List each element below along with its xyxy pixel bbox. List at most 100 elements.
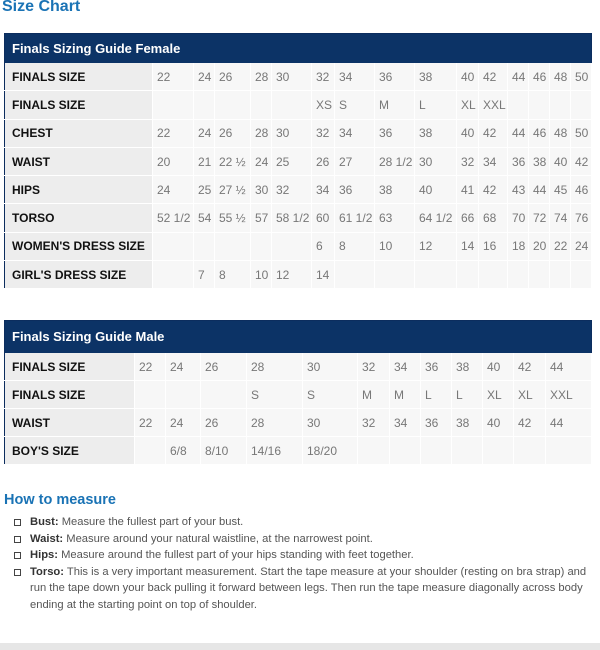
table-cell: 36 xyxy=(507,147,529,177)
table-cell: 42 xyxy=(478,175,508,205)
table-cell: 50 xyxy=(570,119,592,148)
table-cell: 42 xyxy=(513,408,546,437)
table-row: WAIST 22 24 26 28 30 32 34 36 38 40 42 44 xyxy=(4,408,592,437)
table-cell: 68 xyxy=(478,203,508,233)
row-label: WOMEN'S DRESS SIZE xyxy=(4,232,153,262)
table-cell: 36 xyxy=(334,175,375,205)
table-cell: S xyxy=(246,380,303,409)
list-item: Torso: This is a very important measurem… xyxy=(14,564,598,614)
table-cell: 72 xyxy=(528,203,550,233)
table-cell xyxy=(134,380,166,409)
table-cell: 30 xyxy=(302,353,358,381)
table-cell: 60 xyxy=(311,203,335,233)
measure-text: Measure around the fullest part of your … xyxy=(57,549,414,561)
table-cell: 50 xyxy=(570,63,592,92)
table-cell xyxy=(420,436,452,465)
table-cell: 10 xyxy=(374,232,415,262)
table-cell: 40 xyxy=(456,63,479,92)
measure-text: This is a very important measurement. St… xyxy=(30,565,587,611)
table-cell: 32 xyxy=(311,63,335,92)
page-title: Size Chart xyxy=(2,0,81,15)
table-cell: 24 xyxy=(250,147,272,177)
table-cell xyxy=(357,436,390,465)
table-cell: 38 xyxy=(374,175,415,205)
table-cell: 38 xyxy=(451,353,483,381)
table-cell xyxy=(528,90,550,120)
table-cell: 40 xyxy=(482,408,514,437)
table-cell xyxy=(134,436,166,465)
table-cell: 32 xyxy=(271,175,312,205)
table-cell: S xyxy=(302,380,358,409)
table-cell xyxy=(389,436,421,465)
table-cell xyxy=(250,90,272,120)
table-cell: L xyxy=(451,380,483,409)
table-cell xyxy=(549,260,571,290)
table-cell: 30 xyxy=(271,63,312,92)
table-cell: 42 xyxy=(478,119,508,148)
table-row: BOY'S SIZE 6/8 8/10 14/16 18/20 xyxy=(4,436,592,465)
row-label: WAIST xyxy=(4,408,135,437)
square-bullet-icon xyxy=(14,552,21,559)
table-cell xyxy=(152,90,194,120)
table-cell xyxy=(545,436,592,465)
table-cell: 12 xyxy=(271,260,312,290)
table-row: GIRL'S DRESS SIZE 7 8 10 12 14 xyxy=(4,260,592,290)
table-cell: 8 xyxy=(214,260,251,290)
table-cell: 26 xyxy=(214,119,251,148)
table-cell xyxy=(271,232,312,262)
table-cell: 34 xyxy=(478,147,508,177)
row-label: TORSO xyxy=(4,203,153,233)
measure-term: Bust: xyxy=(30,516,59,528)
row-label: HIPS xyxy=(4,175,153,205)
list-item: Waist: Measure around your natural waist… xyxy=(14,531,598,548)
measure-text: Measure the fullest part of your bust. xyxy=(58,516,244,528)
list-item: Hips: Measure around the fullest part of… xyxy=(14,547,598,564)
measure-text: Measure around your natural waistline, a… xyxy=(63,532,373,545)
table-cell xyxy=(193,232,215,262)
table-cell: XXL xyxy=(545,380,592,409)
table-cell: 24 xyxy=(570,232,592,262)
female-size-table: Finals Sizing Guide Female FINALS SIZE 22… xyxy=(4,33,592,290)
table-cell: 34 xyxy=(334,119,375,148)
table-cell: 28 xyxy=(246,408,303,437)
table-cell: 32 xyxy=(456,147,479,177)
row-label: FINALS SIZE xyxy=(4,63,153,92)
table-cell: 42 xyxy=(513,353,546,381)
table-cell: 43 xyxy=(507,175,529,205)
table-cell: 26 xyxy=(311,147,335,177)
table-cell: 48 xyxy=(549,63,571,92)
table-cell: 21 xyxy=(193,147,215,177)
table-row: FINALS SIZE 22 24 26 28 30 32 34 36 38 40 42 44 46 48 5… xyxy=(4,63,592,92)
table-cell: 27 xyxy=(334,147,375,177)
row-label: BOY'S SIZE xyxy=(4,436,135,465)
table-cell: 24 xyxy=(193,63,215,92)
table-cell: 76 xyxy=(570,203,592,233)
table-cell: 55 ½ xyxy=(214,203,251,233)
female-table-title: Finals Sizing Guide Female xyxy=(4,33,592,63)
table-cell: 20 xyxy=(528,232,550,262)
table-cell xyxy=(214,232,251,262)
male-size-table: Finals Sizing Guide Male FINALS SIZE 22 24… xyxy=(4,320,592,465)
how-to-measure-heading: How to measure xyxy=(4,492,116,508)
table-cell: 64 1/2 xyxy=(414,203,457,233)
table-cell: 34 xyxy=(334,63,375,92)
table-cell: 36 xyxy=(374,119,415,148)
table-cell: 44 xyxy=(545,353,592,381)
list-item: Bust: Measure the fullest part of your b… xyxy=(14,514,598,531)
table-cell: L xyxy=(414,90,457,120)
table-cell: XS xyxy=(311,90,335,120)
table-cell: 44 xyxy=(528,175,550,205)
table-cell: XL xyxy=(482,380,514,409)
table-cell: 46 xyxy=(570,175,592,205)
table-row: HIPS 24 25 27 ½ 30 32 34 36 38 40 41 42 43 44 45 46 xyxy=(4,175,592,205)
table-cell: 52 1/2 xyxy=(152,203,194,233)
measure-term: Hips: xyxy=(30,549,58,561)
table-cell: 32 xyxy=(357,353,390,381)
table-cell: 57 xyxy=(250,203,272,233)
row-label: CHEST xyxy=(4,119,153,148)
table-cell: L xyxy=(420,380,452,409)
table-cell xyxy=(570,90,592,120)
row-label: GIRL'S DRESS SIZE xyxy=(4,260,153,290)
male-table-title: Finals Sizing Guide Male xyxy=(4,320,592,353)
table-cell: 44 xyxy=(507,119,529,148)
